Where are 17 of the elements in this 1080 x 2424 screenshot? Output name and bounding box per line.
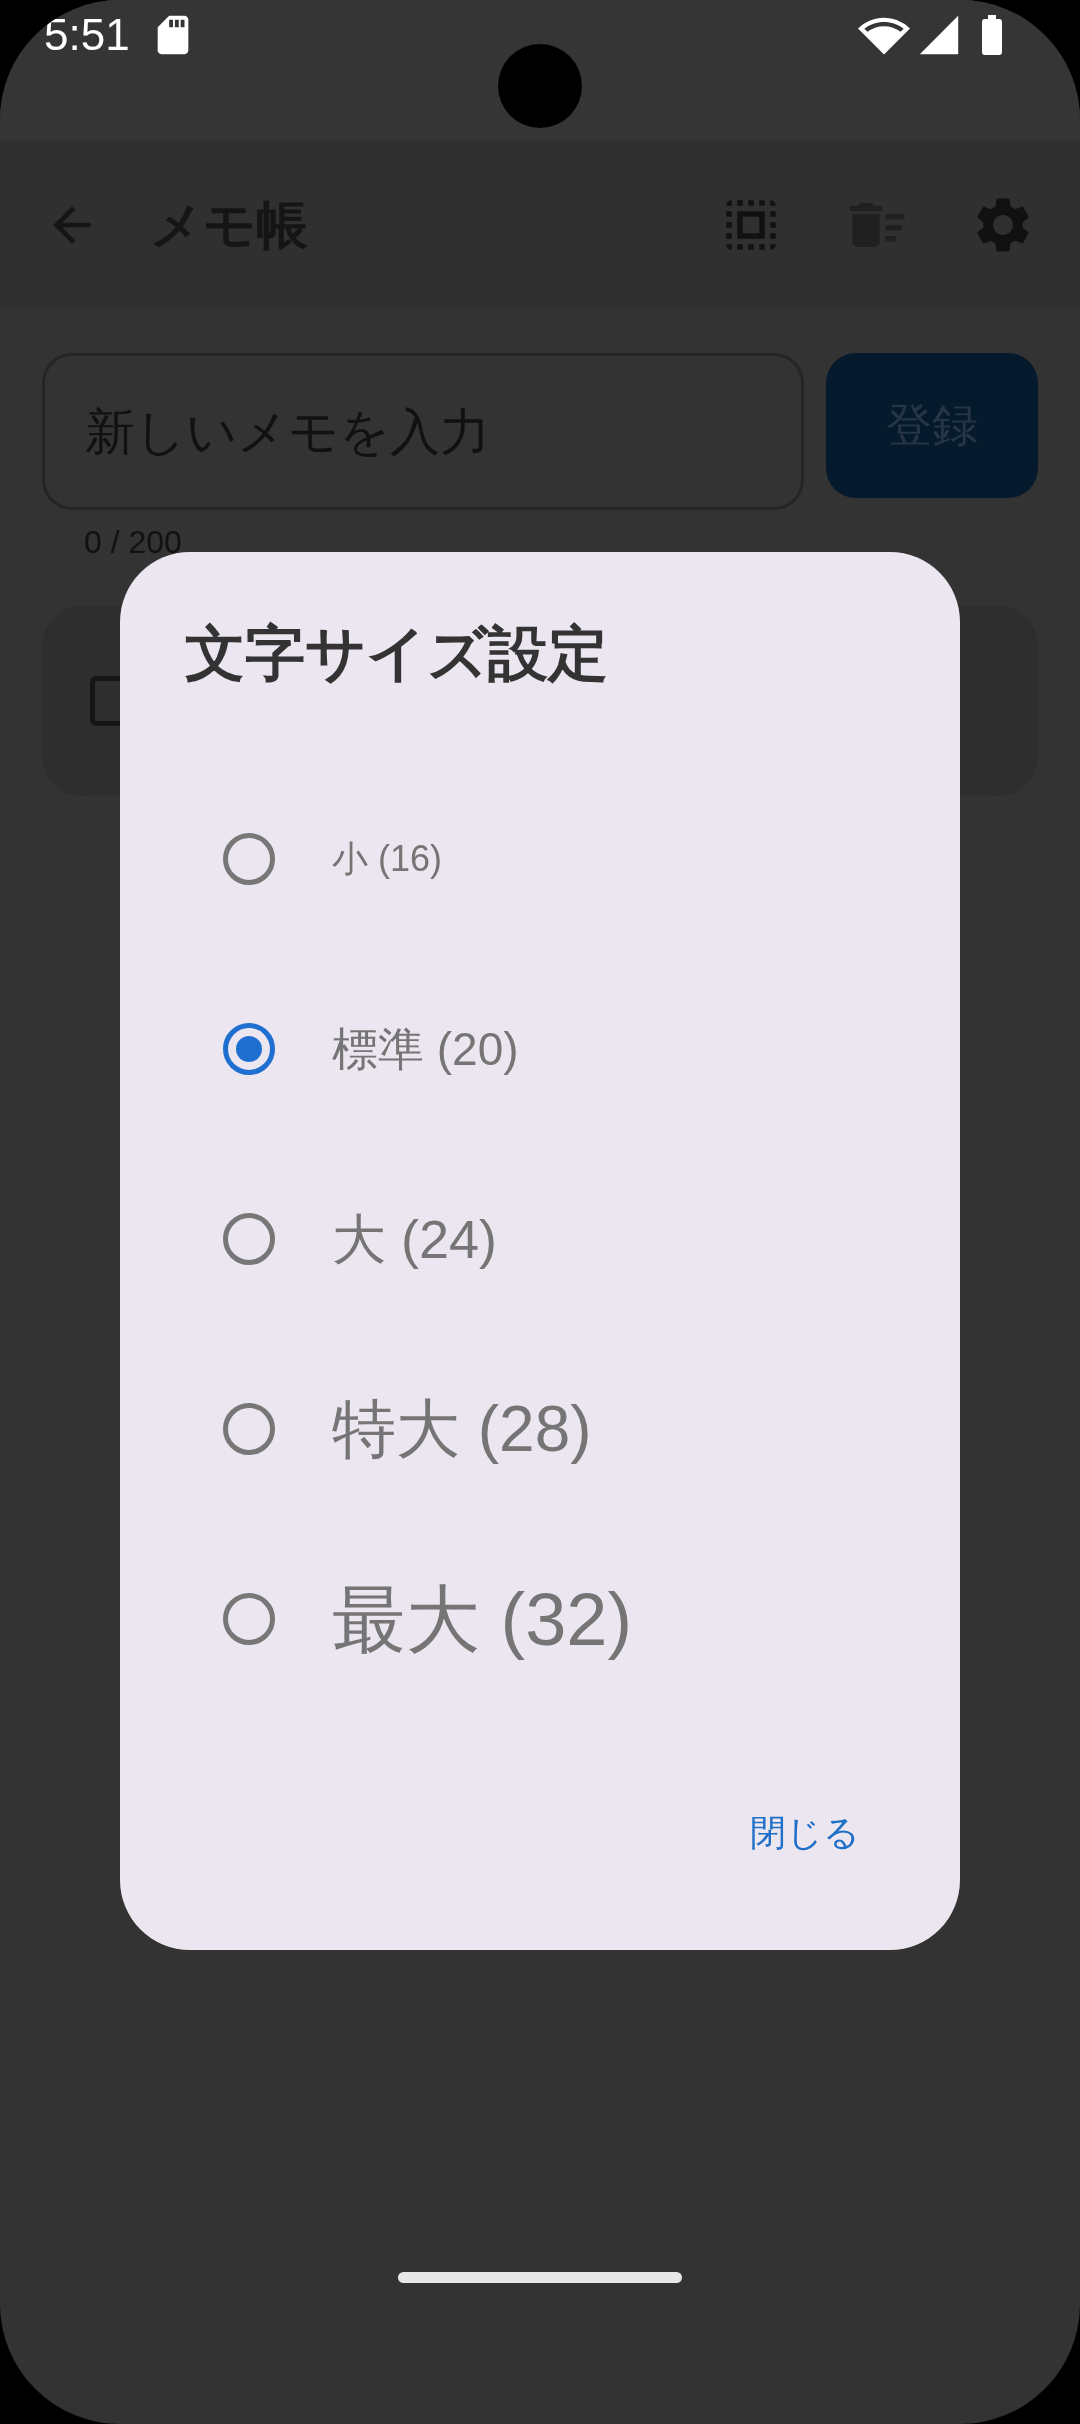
radio-button[interactable] xyxy=(223,833,275,885)
size-option[interactable]: 標準 (20) xyxy=(185,954,895,1144)
size-option[interactable]: 小 (16) xyxy=(185,764,895,954)
size-option[interactable]: 最大 (32) xyxy=(185,1524,895,1714)
radio-button[interactable] xyxy=(223,1023,275,1075)
size-option[interactable]: 大 (24) xyxy=(185,1144,895,1334)
close-button[interactable]: 閉じる xyxy=(740,1796,870,1870)
size-option[interactable]: 特大 (28) xyxy=(185,1334,895,1524)
radio-button[interactable] xyxy=(223,1213,275,1265)
radio-button[interactable] xyxy=(223,1403,275,1455)
status-time: 5:51 xyxy=(44,9,130,61)
option-label: 最大 (32) xyxy=(332,1576,633,1663)
option-label: 特大 (28) xyxy=(332,1392,592,1467)
option-label: 小 (16) xyxy=(332,837,443,881)
radio-button[interactable] xyxy=(223,1593,275,1645)
option-label: 標準 (20) xyxy=(332,1021,519,1077)
option-label: 大 (24) xyxy=(332,1207,498,1271)
